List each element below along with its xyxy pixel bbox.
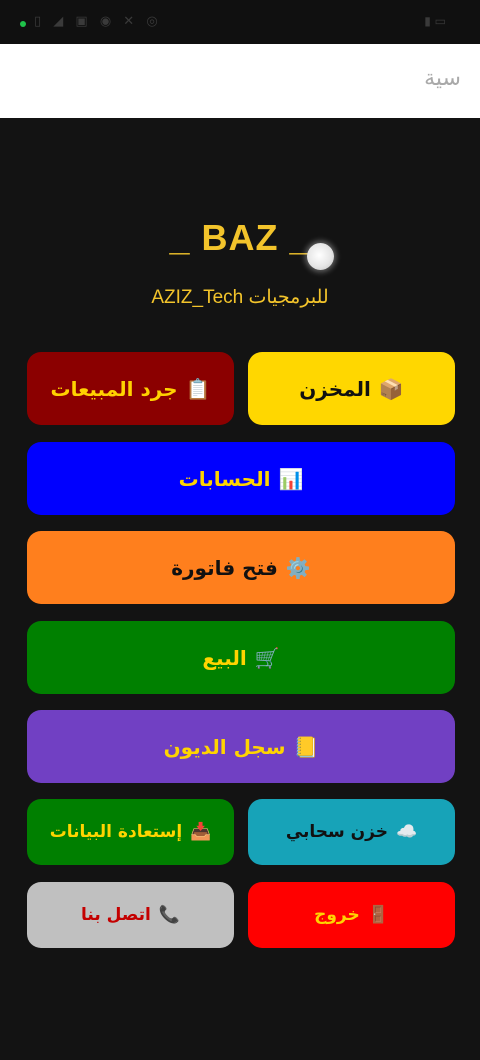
- cloud-icon: ☁️: [396, 822, 418, 842]
- restore-data-button-label: إستعادة البيانات: [49, 822, 183, 842]
- open-invoice-button-label: فتح فاتورة: [171, 555, 278, 580]
- gear-icon: ⚙️: [285, 555, 311, 580]
- header-title: سية: [424, 66, 461, 91]
- inbox-tray-icon: 📥: [190, 822, 212, 842]
- sales-inventory-button-label: جرد المبيعات: [50, 376, 178, 401]
- open-invoice-button[interactable]: ⚙️ فتح فاتورة: [27, 531, 455, 604]
- sell-button-label: البيع: [202, 645, 247, 670]
- restore-data-button[interactable]: 📥 إستعادة البيانات: [27, 799, 234, 865]
- accounts-button-label: الحسابات: [178, 466, 271, 491]
- exit-button[interactable]: 🚪 خروج: [248, 882, 455, 948]
- debts-log-button-label: سجل الديون: [163, 734, 286, 759]
- door-icon: 🚪: [367, 905, 389, 925]
- battery-icon: ▮ ▭: [424, 14, 446, 28]
- sales-inventory-button[interactable]: 📋 جرد المبيعات: [27, 352, 234, 425]
- shopping-cart-icon: 🛒: [254, 645, 280, 670]
- brand-logo: _ BAZ _: [0, 214, 480, 264]
- ledger-icon: 📒: [293, 734, 319, 759]
- app-header: سية: [0, 44, 480, 118]
- store-button-label: المخزن: [299, 376, 371, 401]
- status-icons: ▯ ◢ ▣ ◉ ✕ ◎: [34, 14, 162, 29]
- camera-indicator-icon: [20, 21, 26, 27]
- store-button[interactable]: 📦 المخزن: [248, 352, 455, 425]
- package-icon: 📦: [378, 376, 404, 401]
- debts-log-button[interactable]: 📒 سجل الديون: [27, 710, 455, 783]
- brand-title: _ BAZ _: [169, 217, 311, 258]
- cloud-storage-button-label: خزن سحابي: [285, 822, 389, 842]
- accounts-button[interactable]: 📊 الحسابات: [27, 442, 455, 515]
- clipboard-icon: 📋: [185, 376, 211, 401]
- status-bar: ▯ ◢ ▣ ◉ ✕ ◎ ▮ ▭: [0, 0, 480, 44]
- cloud-storage-button[interactable]: ☁️ خزن سحابي: [248, 799, 455, 865]
- brand-subtitle: للبرمجيات AZIZ_Tech: [151, 287, 329, 308]
- contact-us-button-label: اتصل بنا: [81, 905, 151, 925]
- bar-chart-icon: 📊: [278, 466, 304, 491]
- exit-button-label: خروج: [314, 905, 360, 925]
- contact-us-button[interactable]: 📞 اتصل بنا: [27, 882, 234, 948]
- phone-icon: 📞: [158, 905, 180, 925]
- sell-button[interactable]: 🛒 البيع: [27, 621, 455, 694]
- moon-icon: [307, 243, 334, 270]
